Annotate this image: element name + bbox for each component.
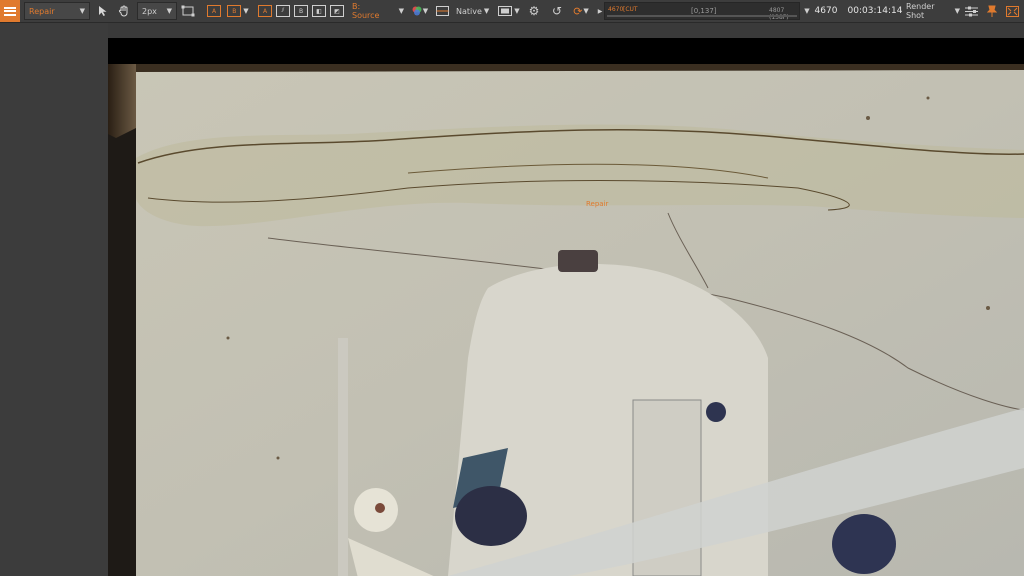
chevron-down-icon: ▼ — [422, 7, 429, 15]
wipe-view-icon: ◧ — [312, 5, 326, 17]
chevron-down-icon: ▼ — [243, 7, 249, 15]
timeline-frame-info: 4807 (138F) — [769, 7, 789, 21]
view-a-button[interactable]: A — [205, 2, 223, 20]
timeline-cut-label: [CUT — [623, 6, 638, 13]
render-shot-label: Render Shot — [906, 2, 935, 20]
gear-icon: ⚙ — [528, 4, 540, 18]
settings-gear-button[interactable]: ⚙ — [527, 2, 541, 20]
repair-overlay-label: Repair — [586, 200, 609, 208]
tool-mode-dropdown[interactable]: Repair ▼ — [24, 2, 90, 20]
source-label: B: Source — [352, 2, 380, 20]
brush-size-value: 2px — [142, 6, 157, 16]
compare-wipe-button[interactable]: ◧ — [311, 2, 327, 20]
view-a-icon: A — [207, 5, 221, 17]
brush-size-dropdown[interactable]: 2px ▼ — [137, 2, 177, 20]
compare-mode-a-button[interactable]: A — [257, 2, 273, 20]
timeline-start-label: 4670 — [608, 6, 624, 13]
color-wheel-icon — [412, 6, 422, 16]
pin-button[interactable] — [983, 2, 1001, 20]
frame-step-button[interactable]: ▼ — [803, 2, 811, 20]
sliders-icon — [964, 6, 978, 16]
view-b-icon: B — [227, 5, 242, 17]
playback-options-dropdown[interactable]: ⟳ ▼ — [570, 2, 592, 20]
view-b-dropdown[interactable]: B ▼ — [226, 2, 250, 20]
top-toolbar: Repair ▼ 2px ▼ A B ▼ A ⫽ B ◧ ◩ B: Source … — [0, 0, 1024, 23]
compare-a-icon: A — [258, 5, 272, 17]
viewer-top-margin — [108, 23, 1024, 38]
compare-b-icon: B — [294, 5, 308, 17]
fullscreen-button[interactable] — [1003, 2, 1021, 20]
select-arrow-icon[interactable] — [96, 2, 110, 20]
hamburger-icon — [4, 6, 16, 16]
guides-icon — [435, 6, 449, 16]
chevron-down-icon: ▼ — [954, 7, 960, 15]
timeline-track — [607, 15, 797, 17]
film-frame-image — [108, 38, 1024, 576]
playback-icon: ⟳ — [573, 4, 583, 18]
history-icon: ↺ — [551, 4, 563, 18]
chevron-down-icon: ▼ — [166, 7, 172, 15]
play-icon: ▶ — [597, 7, 603, 15]
chevron-down-icon: ▼ — [483, 7, 490, 15]
pin-icon — [987, 5, 997, 17]
fullscreen-icon — [1005, 5, 1019, 17]
color-channels-dropdown[interactable]: ▼ — [410, 2, 430, 20]
timeline-scrubber[interactable]: 4670 [CUT [0,137] 4807 (138F) — [604, 2, 800, 21]
source-dropdown[interactable]: B: Source ▼ — [352, 2, 404, 20]
timeline-range: [0,137] — [691, 7, 717, 15]
undo-history-button[interactable]: ↺ — [549, 2, 565, 20]
compare-split-button[interactable]: ⫽ — [275, 2, 291, 20]
timeline-play-button[interactable]: ▶ — [596, 2, 604, 20]
left-side-panel — [0, 23, 108, 576]
chevron-down-icon: ▼ — [804, 7, 810, 15]
chevron-down-icon: ▼ — [583, 7, 589, 15]
current-frame[interactable]: 4670 — [813, 2, 839, 20]
guides-button[interactable] — [434, 2, 450, 20]
compare-overlay-button[interactable]: ◩ — [329, 2, 345, 20]
crop-region-icon[interactable] — [180, 2, 196, 20]
overlay-view-icon: ◩ — [330, 5, 344, 17]
compare-mode-b-button[interactable]: B — [293, 2, 309, 20]
timecode-display: 00:03:14:14 — [847, 6, 903, 16]
resolution-dropdown[interactable]: Native ▼ — [456, 2, 490, 20]
display-mode-dropdown[interactable]: ▼ — [497, 2, 521, 20]
chevron-down-icon: ▼ — [79, 7, 85, 15]
chevron-down-icon: ▼ — [398, 7, 404, 15]
main-menu-button[interactable] — [0, 0, 20, 22]
tool-mode-value: Repair — [29, 6, 55, 16]
split-view-icon: ⫽ — [276, 5, 290, 17]
chevron-down-icon: ▼ — [514, 7, 520, 15]
hand-pan-icon[interactable] — [116, 2, 132, 20]
image-viewer[interactable]: Repair — [108, 38, 1024, 576]
monitor-icon — [498, 6, 513, 16]
resolution-value: Native — [456, 6, 482, 16]
render-shot-dropdown[interactable]: Render Shot ▼ — [906, 2, 960, 20]
adjustments-button[interactable] — [963, 2, 979, 20]
